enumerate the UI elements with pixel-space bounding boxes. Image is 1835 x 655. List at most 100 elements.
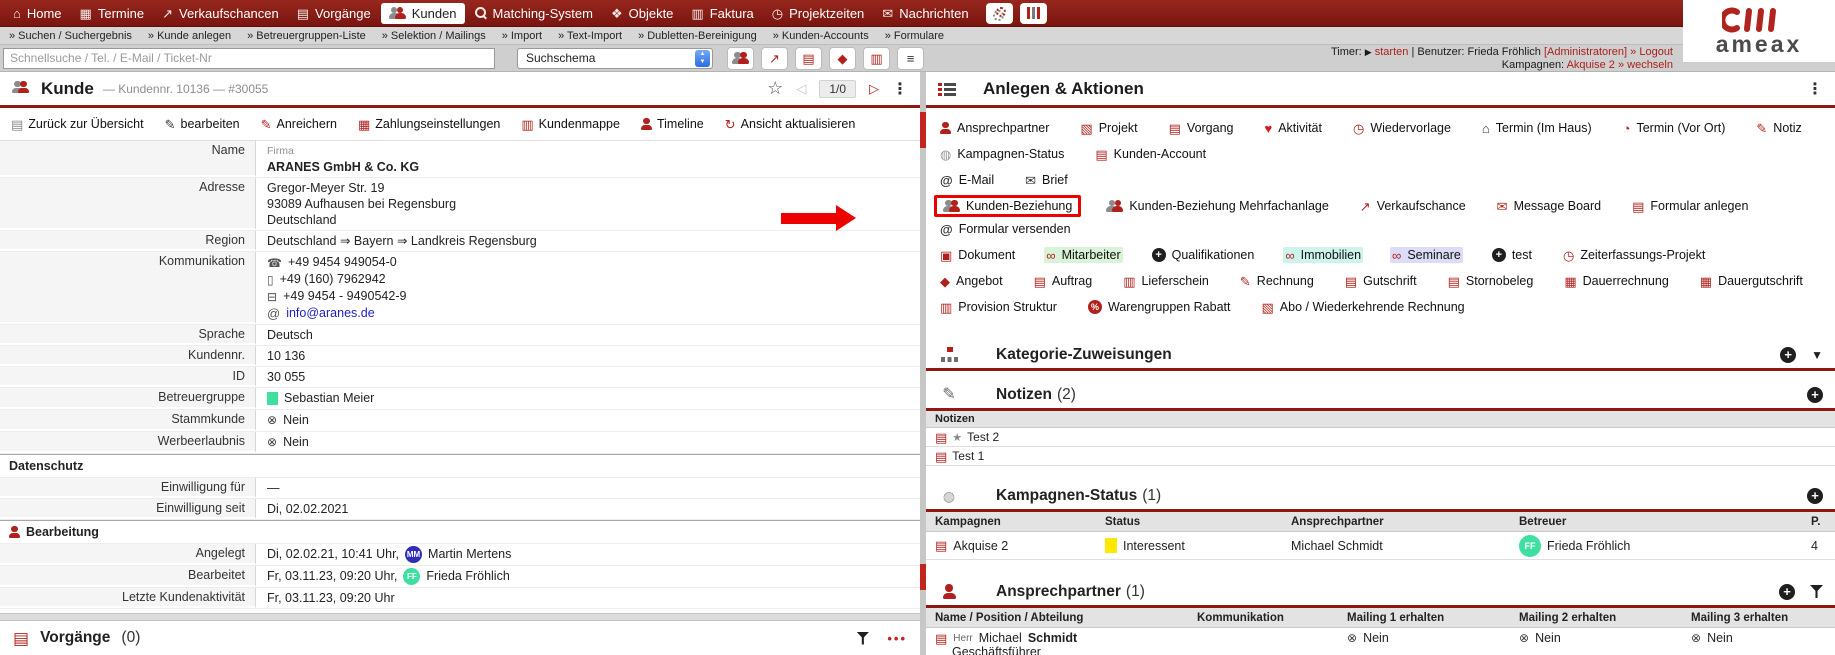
- filter-funnel-icon[interactable]: [1810, 585, 1823, 598]
- kebab-menu-icon[interactable]: ⋮: [1807, 79, 1823, 99]
- action-row: ▥Provision Struktur %Warengruppen Rabatt ▧…: [938, 299, 1823, 315]
- action-warengruppen-rabatt[interactable]: %Warengruppen Rabatt: [1086, 299, 1233, 315]
- archive-button[interactable]: ≡: [897, 47, 924, 70]
- nav-button-bar-chart[interactable]: [1020, 3, 1047, 24]
- action-qualifikationen[interactable]: +Qualifikationen: [1150, 247, 1257, 263]
- nav-item-verkaufschancen[interactable]: ↗Verkaufschancen: [154, 3, 287, 24]
- action-aktivit-t[interactable]: ♥Aktivität: [1263, 120, 1324, 136]
- action-provision-struktur[interactable]: ▥Provision Struktur: [938, 299, 1059, 315]
- nav-item-objekte[interactable]: ❖Objekte: [603, 3, 681, 24]
- action-gutschrift[interactable]: ▤Gutschrift: [1343, 273, 1419, 289]
- action-dauerrechnung[interactable]: ▦Dauerrechnung: [1562, 273, 1670, 289]
- action-notiz[interactable]: ✎Notiz: [1754, 120, 1803, 136]
- sales-chart-button[interactable]: ↗: [761, 47, 788, 70]
- action-dokument[interactable]: ▣Dokument: [938, 247, 1017, 263]
- add-note-button[interactable]: +: [1807, 387, 1823, 403]
- nav-item-faktura[interactable]: ▥Faktura: [683, 3, 761, 24]
- nav-button-gears[interactable]: [986, 3, 1013, 24]
- action-vorgang[interactable]: ▤Vorgang: [1167, 120, 1236, 136]
- document-export-button[interactable]: ▥: [863, 47, 890, 70]
- action-immobilien[interactable]: ∞Immobilien: [1283, 247, 1363, 263]
- toolbar-bearbeiten[interactable]: ✎bearbeiten: [165, 117, 240, 131]
- action-zeiterfassungs-projekt[interactable]: ◷Zeiterfassungs-Projekt: [1561, 247, 1707, 263]
- logout-link[interactable]: » Logout: [1630, 46, 1673, 58]
- kampagnen-table-row[interactable]: ▤ Akquise 2 Interessent Michael Schmidt …: [926, 532, 1835, 560]
- note-row[interactable]: ▤★Test 2: [926, 428, 1835, 447]
- favorite-star-icon[interactable]: ☆: [767, 78, 783, 99]
- search-schema-select[interactable]: Suchschema ▲▼: [517, 48, 713, 69]
- action-message-board[interactable]: ✉Message Board: [1495, 198, 1603, 214]
- action-stornobeleg[interactable]: ▤Stornobeleg: [1446, 273, 1536, 289]
- action-kampagnen-status[interactable]: ◍Kampagnen-Status: [938, 146, 1066, 162]
- action-auftrag[interactable]: ▤Auftrag: [1032, 273, 1095, 289]
- toolbar-label: Kundenmappe: [539, 117, 620, 131]
- campaign-switch-link[interactable]: » wechseln: [1618, 59, 1673, 71]
- vorgang-list-button[interactable]: ▤: [795, 47, 822, 70]
- email-link[interactable]: info@aranes.de: [286, 305, 374, 322]
- nav-item-termine[interactable]: ▦Termine: [72, 3, 153, 24]
- add-customer-button[interactable]: [727, 47, 754, 70]
- action-angebot[interactable]: ◆Angebot: [938, 273, 1005, 289]
- breadcrumb-item[interactable]: » Kunden-Accounts: [773, 30, 869, 42]
- account-lock-icon: ▤: [1095, 148, 1107, 161]
- ansprechpartner-table-row[interactable]: ▤ Herr Michael Schmidt Geschäftsführer ⊗…: [926, 628, 1835, 655]
- breadcrumb-item[interactable]: » Selektion / Mailings: [382, 30, 486, 42]
- breadcrumb-item[interactable]: » Formulare: [885, 30, 944, 42]
- action-termin-im-haus[interactable]: ⌂Termin (Im Haus): [1480, 120, 1594, 136]
- action-kunden-account[interactable]: ▤Kunden-Account: [1093, 146, 1208, 162]
- breadcrumb-item[interactable]: » Import: [502, 30, 542, 42]
- timer-start-link[interactable]: starten: [1375, 46, 1409, 58]
- play-icon[interactable]: ▶: [1365, 47, 1372, 57]
- action-mitarbeiter[interactable]: ∞Mitarbeiter: [1044, 247, 1122, 263]
- add-campaign-status-button[interactable]: +: [1807, 488, 1823, 504]
- breadcrumb-item[interactable]: » Kunde anlegen: [148, 30, 231, 42]
- add-category-button[interactable]: +: [1780, 347, 1796, 363]
- field-row-betreuergruppe: BetreuergruppeSebastian Meier: [0, 388, 920, 410]
- field-text: Fr, 03.11.23, 09:20 Uhr,: [267, 568, 397, 585]
- collapse-caret-icon[interactable]: ▼: [1811, 348, 1823, 362]
- toolbar-zahlungseinstellungen[interactable]: ▦Zahlungseinstellungen: [358, 117, 500, 131]
- breadcrumb-item[interactable]: » Suchen / Suchergebnis: [9, 30, 132, 42]
- filter-funnel-icon[interactable]: [856, 632, 869, 645]
- action-dauergutschrift[interactable]: ▦Dauergutschrift: [1698, 273, 1805, 289]
- add-contact-button[interactable]: +: [1779, 584, 1795, 600]
- action-wiedervorlage[interactable]: ◷Wiedervorlage: [1351, 120, 1453, 136]
- action-test[interactable]: +test: [1490, 247, 1534, 263]
- order-button[interactable]: ◆: [829, 47, 856, 70]
- toolbar-ansicht-aktualisieren[interactable]: ↻Ansicht aktualisieren: [725, 117, 856, 131]
- action-kunden-beziehung-mehrfachanlage[interactable]: Kunden-Beziehung Mehrfachanlage: [1104, 198, 1330, 214]
- more-options-icon[interactable]: •••: [887, 631, 907, 646]
- action-projekt[interactable]: ▧Projekt: [1078, 120, 1139, 136]
- note-row[interactable]: ▤Test 1: [926, 447, 1835, 466]
- breadcrumb-item[interactable]: » Text-Import: [558, 30, 622, 42]
- toolbar-zur-ck-zur-bersicht[interactable]: ▤Zurück zur Übersicht: [11, 117, 144, 131]
- action-rechnung[interactable]: ✎Rechnung: [1238, 273, 1316, 289]
- nav-item-vorg-nge[interactable]: ▤Vorgänge: [289, 3, 379, 24]
- action-seminare[interactable]: ∞Seminare: [1390, 247, 1463, 263]
- action-e-mail[interactable]: @E-Mail: [938, 172, 996, 188]
- action-kunden-beziehung[interactable]: Kunden-Beziehung: [934, 195, 1081, 217]
- pager-prev-icon[interactable]: ◁: [796, 81, 806, 97]
- action-verkaufschance[interactable]: ↗Verkaufschance: [1358, 198, 1468, 214]
- search-input[interactable]: [3, 48, 495, 69]
- nav-item-matching-system[interactable]: Matching-System: [467, 3, 601, 24]
- pager-next-icon[interactable]: ▷: [869, 81, 879, 97]
- toolbar-timeline[interactable]: Timeline: [641, 117, 704, 131]
- action-termin-vor-ort[interactable]: ◔Termin (Vor Ort): [1621, 120, 1728, 136]
- nav-item-nachrichten[interactable]: ✉Nachrichten: [874, 3, 976, 24]
- comm-line-phone: ☎+49 9454 949054-0: [267, 254, 909, 271]
- action-abo-wiederkehrende-rechnung[interactable]: ▧Abo / Wiederkehrende Rechnung: [1259, 299, 1466, 315]
- nav-item-home[interactable]: ⌂Home: [5, 3, 70, 24]
- action-formular-versenden[interactable]: @Formular versenden: [938, 221, 1073, 237]
- breadcrumb-item[interactable]: » Betreuergruppen-Liste: [247, 30, 366, 42]
- toolbar-kundenmappe[interactable]: ▥Kundenmappe: [521, 117, 620, 131]
- nav-item-projektzeiten[interactable]: ◷Projektzeiten: [764, 3, 873, 24]
- toolbar-anreichern[interactable]: ✎Anreichern: [261, 117, 337, 131]
- action-brief[interactable]: ✉Brief: [1023, 172, 1070, 188]
- action-formular-anlegen[interactable]: ▤Formular anlegen: [1630, 198, 1750, 214]
- action-lieferschein[interactable]: ▥Lieferschein: [1121, 273, 1211, 289]
- kebab-menu-icon[interactable]: ⋮: [892, 79, 908, 99]
- nav-item-kunden[interactable]: Kunden: [381, 3, 465, 24]
- action-ansprechpartner[interactable]: Ansprechpartner: [938, 120, 1051, 136]
- breadcrumb-item[interactable]: » Dubletten-Bereinigung: [638, 30, 757, 42]
